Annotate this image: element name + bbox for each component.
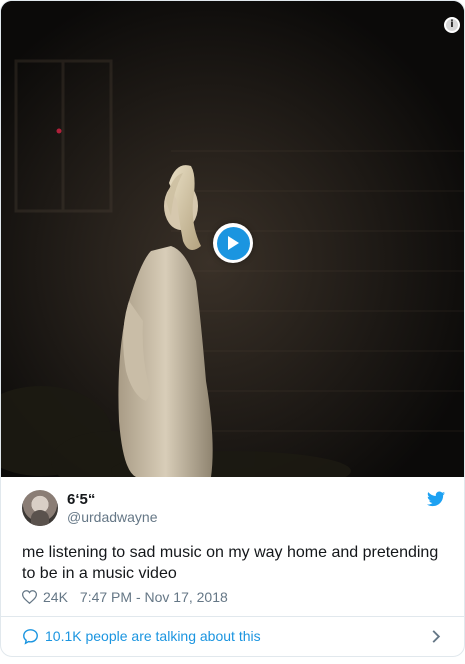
- like-count: 24K: [43, 589, 68, 605]
- tweet-meta: 24K 7:47 PM - Nov 17, 2018: [22, 588, 228, 606]
- video-player[interactable]: i: [1, 1, 464, 477]
- twitter-bird-icon[interactable]: [427, 491, 445, 507]
- tweet-text: me listening to sad music on my way home…: [22, 544, 439, 582]
- display-name[interactable]: 6‘5“: [67, 491, 95, 508]
- play-button-inner: [216, 226, 250, 260]
- tweet-author: 6‘5“ @urdadwayne: [22, 490, 452, 528]
- avatar[interactable]: [22, 490, 58, 526]
- heart-icon: [22, 590, 37, 604]
- like-button[interactable]: 24K: [22, 589, 68, 605]
- info-button[interactable]: i: [444, 17, 460, 33]
- embedded-tweet-card: i 6‘5“ @urdadwayne me listening to sad m…: [0, 0, 465, 657]
- play-icon: [228, 236, 239, 250]
- play-button[interactable]: [213, 223, 253, 263]
- tweet-timestamp[interactable]: 7:47 PM - Nov 17, 2018: [80, 589, 228, 605]
- conversation-link[interactable]: 10.1K people are talking about this: [1, 617, 464, 656]
- user-handle[interactable]: @urdadwayne: [67, 509, 158, 525]
- chevron-right-icon: [432, 630, 441, 643]
- speech-bubble-icon: [23, 629, 38, 645]
- info-icon: i: [450, 19, 454, 30]
- conversation-label: 10.1K people are talking about this: [45, 628, 261, 644]
